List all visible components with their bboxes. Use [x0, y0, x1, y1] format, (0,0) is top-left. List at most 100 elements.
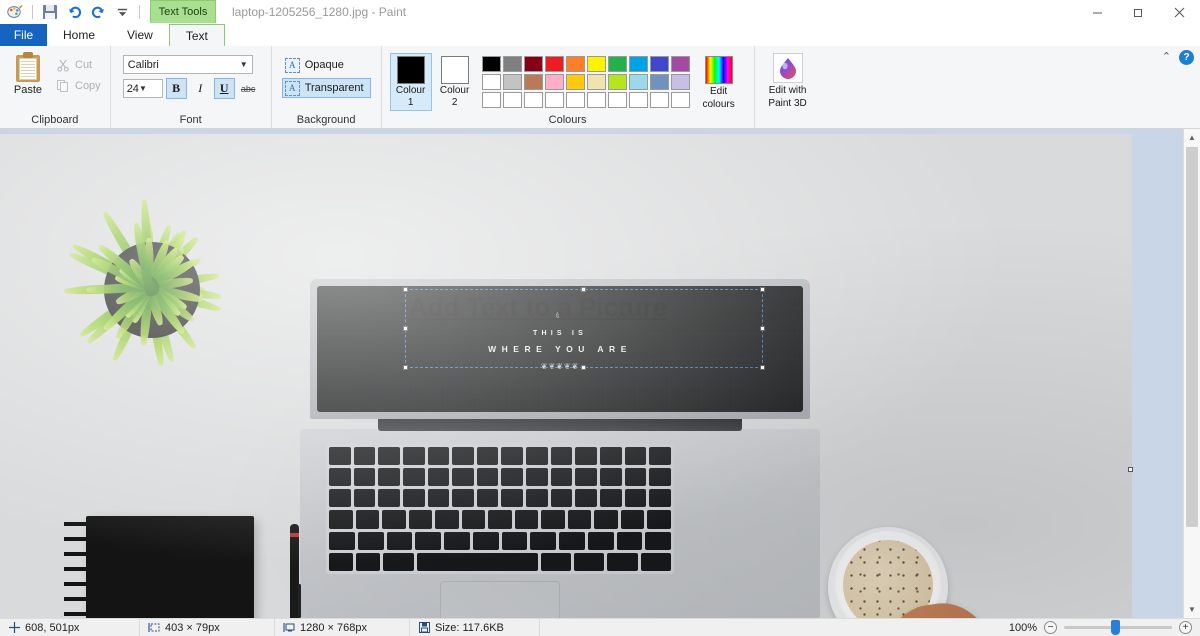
palette-swatch-r1-c9[interactable] — [649, 56, 669, 72]
title-bar: Text Tools laptop-1205256_1280.jpg - Pai… — [0, 0, 1200, 24]
resize-handle-bottom-left[interactable] — [403, 365, 408, 370]
minimize-button[interactable] — [1077, 0, 1118, 24]
keyboard-key — [624, 489, 647, 508]
keyboard-key — [357, 531, 384, 550]
paint-icon[interactable] — [5, 2, 25, 22]
keyboard-key — [378, 447, 400, 466]
close-button[interactable] — [1159, 0, 1200, 24]
keyboard-row — [329, 447, 671, 466]
opaque-button[interactable]: A Opaque — [282, 55, 371, 75]
palette-swatch-r3-c8[interactable] — [628, 92, 648, 108]
cut-button[interactable]: Cut — [54, 56, 104, 74]
underline-button[interactable]: U — [213, 78, 235, 99]
tab-view[interactable]: View — [111, 24, 169, 46]
palette-swatch-r1-c7[interactable] — [607, 56, 627, 72]
font-family-combobox[interactable]: Calibri ▼ — [122, 55, 253, 74]
palette-swatch-r3-c5[interactable] — [565, 92, 585, 108]
palette-swatch-r1-c3[interactable] — [523, 56, 543, 72]
palette-swatch-r2-c9[interactable] — [649, 74, 669, 90]
customize-quick-access-button[interactable] — [112, 2, 132, 22]
resize-handle-bottom-right[interactable] — [760, 365, 765, 370]
bold-button[interactable]: B — [165, 78, 187, 99]
paint3d-label-1: Edit with — [768, 85, 807, 96]
palette-swatch-r1-c6[interactable] — [586, 56, 606, 72]
zoom-slider[interactable] — [1064, 620, 1172, 635]
tab-home[interactable]: Home — [47, 24, 111, 46]
palette-swatch-r3-c6[interactable] — [586, 92, 606, 108]
strikethrough-button[interactable]: abc — [238, 78, 259, 99]
palette-swatch-r3-c7[interactable] — [607, 92, 627, 108]
undo-button[interactable] — [64, 2, 84, 22]
font-size-combobox[interactable]: 24 ▼ — [122, 79, 163, 98]
colour2-button[interactable]: Colour 2 — [434, 53, 476, 111]
palette-swatch-r3-c2[interactable] — [502, 92, 522, 108]
redo-button[interactable] — [88, 2, 108, 22]
text-box-content[interactable]: Add Text to a Picture — [409, 292, 667, 323]
edit-colours-button[interactable]: Edit colours — [692, 53, 746, 110]
transparent-button[interactable]: A Transparent — [281, 78, 371, 98]
resize-handle-bottom-middle[interactable] — [581, 365, 586, 370]
zoom-out-button[interactable]: − — [1044, 621, 1057, 634]
palette-swatch-r2-c5[interactable] — [565, 74, 585, 90]
palette-swatch-r2-c7[interactable] — [607, 74, 627, 90]
ribbon-group-colours: Colour 1 Colour 2 Edit colours Colours — [380, 46, 754, 128]
resize-handle-top-right[interactable] — [760, 287, 765, 292]
italic-button[interactable]: I — [190, 78, 211, 99]
canvas-viewport[interactable]: ☾ THIS IS WHERE YOU ARE ❦❦❦❦❦ Add Text t… — [0, 129, 1183, 618]
maximize-button[interactable] — [1118, 0, 1159, 24]
tab-text[interactable]: Text — [168, 24, 225, 46]
zoom-slider-thumb[interactable] — [1111, 620, 1120, 635]
palette-swatch-r2-c4[interactable] — [544, 74, 564, 90]
palette-swatch-r1-c5[interactable] — [565, 56, 585, 72]
palette-swatch-r1-c1[interactable] — [481, 56, 501, 72]
save-button[interactable] — [40, 2, 60, 22]
paste-button[interactable]: Paste — [6, 50, 50, 96]
copy-button[interactable]: Copy — [54, 77, 104, 95]
colour1-button[interactable]: Colour 1 — [389, 53, 432, 111]
keyboard-key — [600, 489, 622, 508]
keyboard-key — [624, 447, 647, 466]
palette-swatch-r2-c10[interactable] — [670, 74, 690, 90]
colours-group-label: Colours — [548, 114, 587, 126]
colour1-swatch — [396, 56, 425, 84]
palette-swatch-r2-c1[interactable] — [481, 74, 501, 90]
palette-swatch-r1-c2[interactable] — [502, 56, 522, 72]
palette-swatch-r1-c10[interactable] — [670, 56, 690, 72]
resize-handle-top-left[interactable] — [403, 287, 408, 292]
vertical-scroll-thumb[interactable] — [1186, 147, 1198, 527]
palette-swatch-r3-c9[interactable] — [649, 92, 669, 108]
resize-handle-middle-left[interactable] — [403, 325, 408, 331]
palette-swatch-r1-c8[interactable] — [628, 56, 648, 72]
resize-handle-middle-right[interactable] — [760, 325, 765, 331]
zoom-in-button[interactable]: + — [1179, 621, 1192, 634]
tab-file[interactable]: File — [0, 24, 47, 46]
palette-swatch-r1-c4[interactable] — [544, 56, 564, 72]
text-selection-box[interactable]: Add Text to a Picture — [403, 287, 765, 370]
palette-swatch-r3-c1[interactable] — [481, 92, 501, 108]
palette-swatch-r2-c8[interactable] — [628, 74, 648, 90]
palette-swatch-r2-c3[interactable] — [523, 74, 543, 90]
colour-palette[interactable] — [481, 53, 690, 108]
keyboard-key — [514, 510, 539, 529]
scroll-down-arrow-icon[interactable]: ▼ — [1184, 601, 1200, 618]
palette-swatch-r3-c3[interactable] — [523, 92, 543, 108]
keyboard-key — [541, 510, 565, 529]
palette-swatch-r3-c10[interactable] — [670, 92, 690, 108]
palette-swatch-r2-c2[interactable] — [502, 74, 522, 90]
scroll-up-arrow-icon[interactable]: ▲ — [1184, 129, 1200, 146]
keyboard-key — [378, 489, 400, 508]
keyboard-key — [452, 447, 474, 466]
help-button[interactable]: ? — [1179, 50, 1194, 65]
keyboard-key — [550, 468, 573, 487]
palette-swatch-r2-c6[interactable] — [586, 74, 606, 90]
resize-handle-top-middle[interactable] — [581, 287, 586, 292]
keyboard-key — [472, 531, 499, 550]
palette-swatch-r3-c4[interactable] — [544, 92, 564, 108]
font-family-value: Calibri — [127, 58, 159, 71]
canvas-resize-handle-east[interactable] — [1128, 467, 1133, 472]
edit-with-paint-3d-button[interactable]: Edit with Paint 3D — [761, 50, 815, 109]
collapse-ribbon-button[interactable]: ⌃ — [1162, 50, 1171, 63]
vertical-scrollbar[interactable]: ▲ ▼ — [1183, 129, 1200, 618]
image-canvas[interactable]: ☾ THIS IS WHERE YOU ARE ❦❦❦❦❦ Add Text t… — [0, 134, 1132, 618]
keyboard-key — [600, 447, 622, 466]
